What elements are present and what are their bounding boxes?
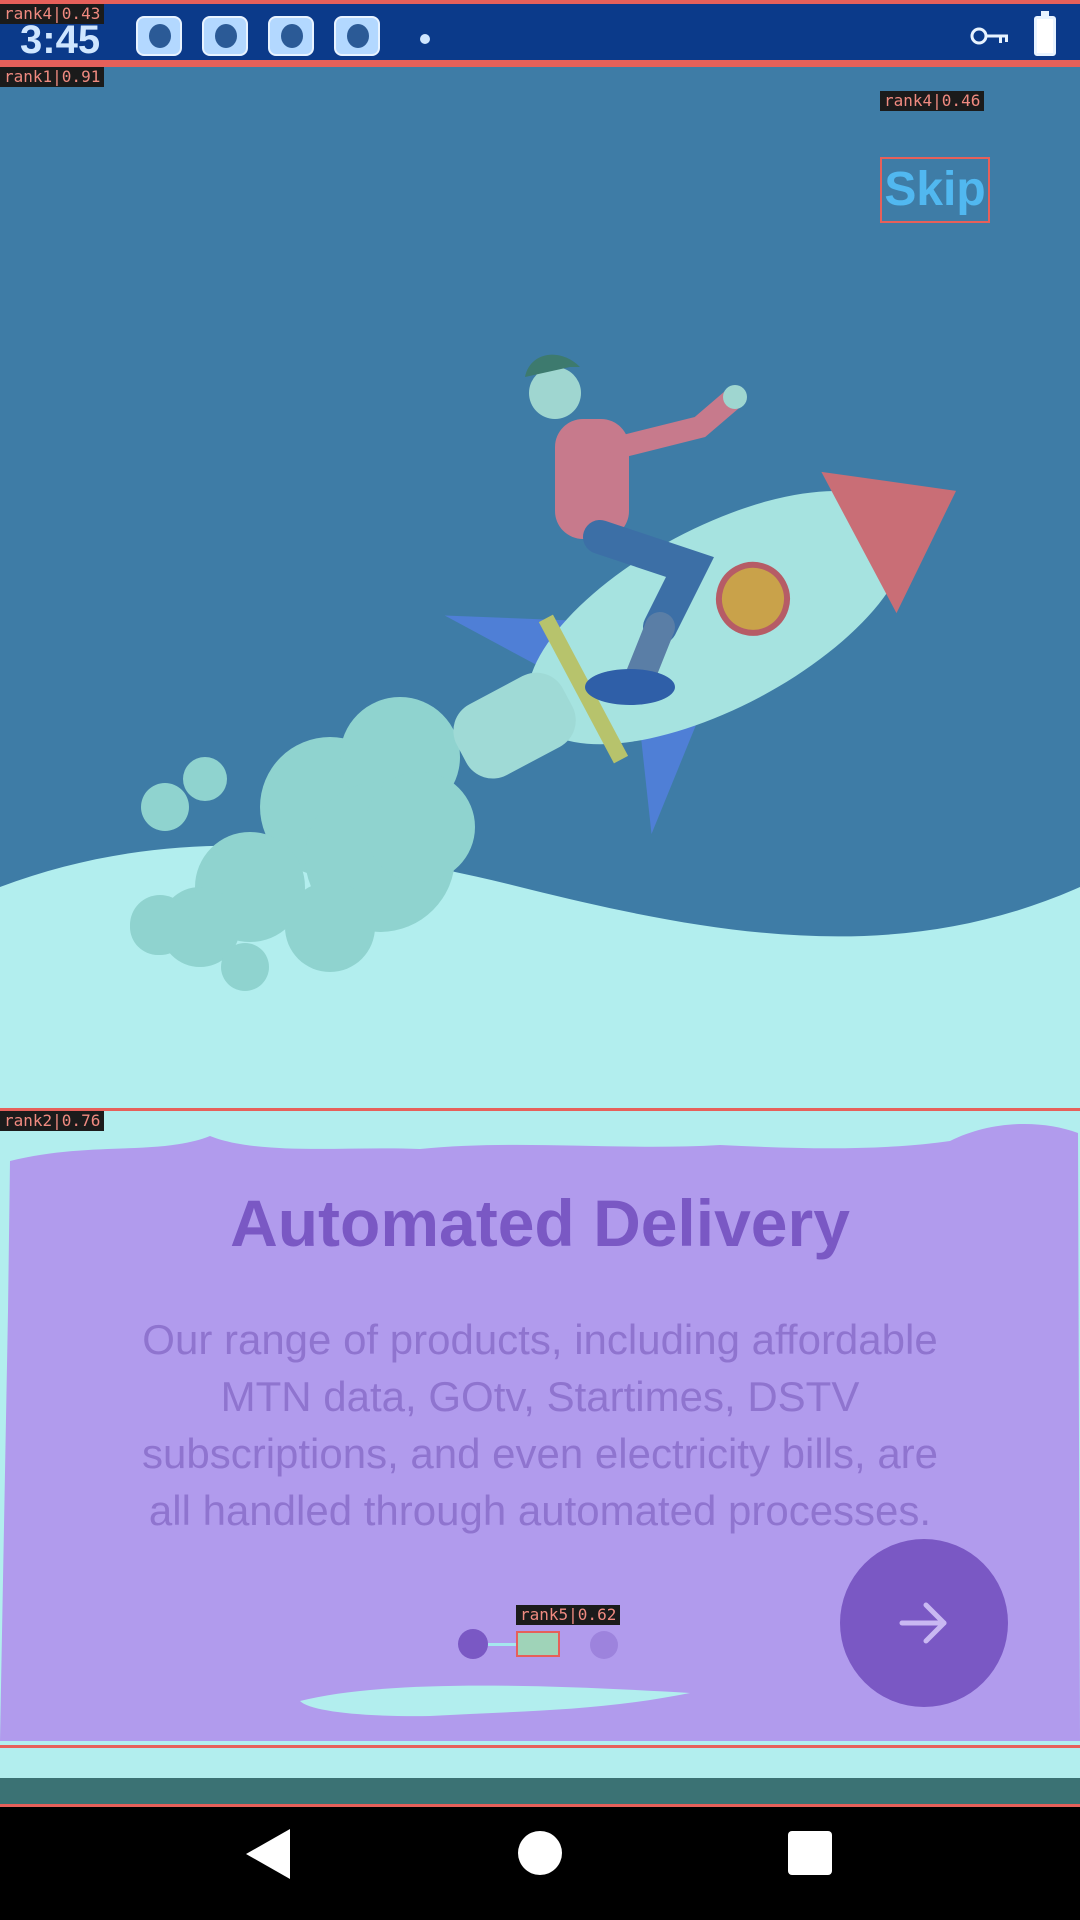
app-notification-icon [136,16,182,56]
more-notifications-dot-icon [420,34,430,44]
detection-label-skip: rank4|0.46 [880,91,985,111]
status-bar: rank4|0.43 3:45 [0,0,1080,64]
key-icon [970,27,1008,45]
onboarding-hero: rank1|0.91 rank4|0.46 Skip [0,64,1080,1111]
page-indicator-dot [458,1629,488,1659]
page-indicator-dot [590,1631,618,1659]
onboarding-card: rank2|0.76 Automated Delivery Our range … [0,1108,1080,1748]
next-button[interactable] [840,1539,1008,1707]
onboarding-title: Automated Delivery [230,1186,850,1260]
detection-label-card: rank2|0.76 [0,1111,105,1131]
clock-time: 3:45 [20,18,101,62]
app-notification-icon [202,16,248,56]
app-notification-icon [334,16,380,56]
battery-charging-icon [1034,11,1056,56]
arrow-right-icon [899,1602,947,1644]
page-indicator-connector [488,1643,518,1646]
page-indicator-current [516,1631,560,1657]
onboarding-description: Our range of products, including afforda… [141,1316,939,1534]
recent-apps-icon[interactable] [788,1831,832,1875]
detection-label-pager: rank5|0.62 [516,1605,621,1625]
app-notification-icon [268,16,314,56]
person-riding-rocket-illustration [0,354,1080,1111]
back-icon[interactable] [244,1827,294,1881]
system-navigation-bar [0,1804,1080,1920]
home-icon[interactable] [518,1831,562,1875]
skip-button[interactable]: Skip [880,157,990,223]
bottom-edge [0,1748,1080,1804]
bottom-edge-band [0,1778,1080,1804]
